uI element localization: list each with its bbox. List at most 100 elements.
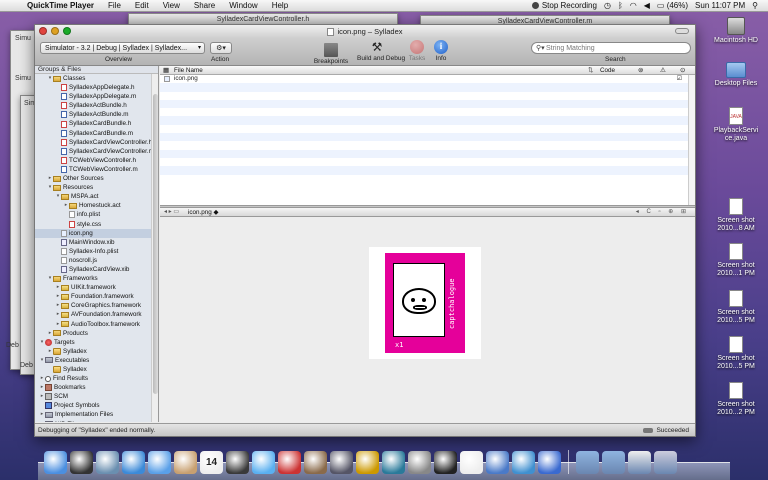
sidebar-item[interactable]: info.plist xyxy=(35,210,158,219)
sidebar-item[interactable]: ▸ SCM xyxy=(35,392,158,401)
sidebar-item[interactable]: Sylladex-Info.plist xyxy=(35,247,158,256)
sidebar-item[interactable]: ▸ Foundation.framework xyxy=(35,292,158,301)
imovie-icon[interactable] xyxy=(330,451,353,474)
downloads-icon[interactable] xyxy=(628,451,651,474)
sidebar-item[interactable]: ▸ Bookmarks xyxy=(35,383,158,392)
sidebar-item[interactable]: ▸ Other Sources xyxy=(35,174,158,183)
sidebar-item[interactable]: style.css xyxy=(35,220,158,229)
col-file-name[interactable]: File Name xyxy=(174,66,203,75)
menu-edit[interactable]: Edit xyxy=(128,1,156,10)
zoom-button[interactable] xyxy=(63,27,71,35)
breakpoints-button[interactable]: Breakpoints xyxy=(311,40,351,65)
target-column-icon[interactable]: ⊚ xyxy=(638,66,643,75)
bluetooth-icon[interactable]: ᛒ xyxy=(618,1,623,10)
photo-icon[interactable] xyxy=(278,451,301,474)
close-button[interactable] xyxy=(39,27,47,35)
safari-icon[interactable] xyxy=(122,451,145,474)
sidebar-item[interactable]: TCWebViewController.m xyxy=(35,165,158,174)
sidebar-item[interactable]: SylladexCardViewController.m xyxy=(35,147,158,156)
col-code[interactable]: Code xyxy=(600,66,615,75)
stop-recording-menu[interactable]: Stop Recording xyxy=(531,1,597,10)
sidebar-item[interactable]: ▸ Find Results xyxy=(35,374,158,383)
documents-folder-icon[interactable] xyxy=(602,451,625,474)
sidebar-item[interactable]: ▸ CoreGraphics.framework xyxy=(35,301,158,310)
sidebar-item[interactable]: icon.png xyxy=(35,228,158,238)
desktop-icon[interactable]: Screen shot 2010...5 PM xyxy=(706,290,766,325)
battery-indicator[interactable]: ▭ (46%) xyxy=(657,1,688,10)
applications-folder-icon[interactable] xyxy=(576,451,599,474)
overview-popup[interactable]: Simulator - 3.2 | Debug | Sylladex | Syl… xyxy=(40,42,205,54)
file-list-scrollbar[interactable] xyxy=(688,75,695,205)
timer-icon[interactable]: ◷ xyxy=(604,1,611,10)
desktop-icon[interactable]: Screen shot 2010...8 AM xyxy=(706,198,766,233)
editor-file-popup[interactable]: icon.png ◆ xyxy=(188,208,218,217)
warning-column-icon[interactable]: ⚠ xyxy=(660,66,666,75)
instruments-icon[interactable] xyxy=(486,451,509,474)
document-proxy-icon[interactable] xyxy=(327,27,335,36)
desktop-icon[interactable]: Screen shot 2010...1 PM xyxy=(706,243,766,278)
sidebar-item[interactable]: ▾ Executables xyxy=(35,356,158,365)
sidebar-item[interactable]: SylladexAppDelegate.m xyxy=(35,92,158,101)
volume-icon[interactable]: ◀ xyxy=(644,1,650,10)
sidebar-item[interactable]: TCWebViewController.h xyxy=(35,156,158,165)
desktop-icon[interactable]: Desktop Files xyxy=(706,62,766,88)
sidebar-item[interactable]: MainWindow.xib xyxy=(35,238,158,247)
garageband-icon[interactable] xyxy=(356,451,379,474)
photo-booth-icon[interactable] xyxy=(226,451,249,474)
finder-icon[interactable] xyxy=(44,451,67,474)
sidebar-item[interactable]: ▸ AVFoundation.framework xyxy=(35,310,158,319)
menu-view[interactable]: View xyxy=(156,1,187,10)
menu-share[interactable]: Share xyxy=(187,1,222,10)
editor-nav-buttons[interactable]: ◂ C ▫ ⊕ ⊞ xyxy=(636,208,689,217)
sidebar-item[interactable]: ▾ Frameworks xyxy=(35,274,158,283)
mail-stamp-icon[interactable] xyxy=(96,451,119,474)
target-membership-checkbox[interactable]: ☑ xyxy=(677,75,682,83)
scrollbar-thumb[interactable] xyxy=(153,94,158,394)
menu-help[interactable]: Help xyxy=(265,1,295,10)
quicktime-icon[interactable] xyxy=(538,451,561,474)
sidebar-scrollbar[interactable] xyxy=(151,74,158,422)
build-and-debug-button[interactable]: ⚒ Build and Debug xyxy=(357,40,405,62)
sidebar-item[interactable]: ▸ Homestuck.act xyxy=(35,201,158,210)
desktop-icon[interactable]: Screen shot 2010...5 PM xyxy=(706,336,766,371)
desktop-icon[interactable]: JAVA PlaybackServi ce.java xyxy=(706,107,766,143)
sidebar-item[interactable]: ▸ AudioToolbox.framework xyxy=(35,320,158,329)
sidebar-item[interactable]: ▸ UIKit.framework xyxy=(35,283,158,292)
spotlight-icon[interactable]: ⚲ xyxy=(752,1,758,10)
sidebar-item[interactable]: ▾ MSPA.act xyxy=(35,192,158,201)
sidebar-item[interactable]: ▾ Targets xyxy=(35,338,158,347)
menu-file[interactable]: File xyxy=(101,1,128,10)
sidebar-item[interactable]: noscroll.js xyxy=(35,256,158,265)
ichat-icon[interactable] xyxy=(148,451,171,474)
iphoto-icon[interactable] xyxy=(304,451,327,474)
itunes-icon[interactable] xyxy=(252,451,275,474)
file-type-column-icon[interactable]: ▦ xyxy=(163,66,169,75)
trash-icon[interactable] xyxy=(654,451,677,474)
sidebar-item[interactable]: ▾ Classes xyxy=(35,74,158,83)
toolbar-toggle-button[interactable] xyxy=(675,28,689,34)
menu-app-name[interactable]: QuickTime Player xyxy=(20,1,101,10)
window-titlebar[interactable]: icon.png – Sylladex xyxy=(35,25,695,38)
desktop-icon[interactable]: Macintosh HD xyxy=(706,17,766,45)
activity-icon[interactable] xyxy=(512,451,535,474)
info-button[interactable]: i Info xyxy=(421,40,461,62)
system-prefs-icon[interactable] xyxy=(408,451,431,474)
desktop-icon[interactable]: Screen shot 2010...2 PM xyxy=(706,382,766,417)
table-row[interactable]: icon.png ☑ xyxy=(160,75,690,83)
sidebar-item[interactable]: SylladexCardViewController.h xyxy=(35,138,158,147)
wifi-icon[interactable]: ◠ xyxy=(630,1,637,10)
history-arrows-icon[interactable]: ◂ ▸ ▭ xyxy=(164,208,179,217)
sidebar-item[interactable]: SylladexCardBundle.m xyxy=(35,129,158,138)
terminal-icon[interactable] xyxy=(434,451,457,474)
target-membership-column-icon[interactable]: ⊙ xyxy=(680,66,685,75)
dashboard-icon[interactable] xyxy=(70,451,93,474)
search-field[interactable]: ⚲▾ String Matching xyxy=(531,42,691,54)
action-button[interactable]: ⚙▾ xyxy=(210,42,232,54)
xcode-icon[interactable] xyxy=(460,451,483,474)
sidebar-item[interactable]: SylladexActBundle.m xyxy=(35,110,158,119)
sidebar-item[interactable]: SylladexCardView.xib xyxy=(35,265,158,274)
sidebar-item[interactable]: ▸ Products xyxy=(35,329,158,338)
time-machine-icon[interactable] xyxy=(382,451,405,474)
sidebar-item[interactable]: SylladexActBundle.h xyxy=(35,101,158,110)
menu-window[interactable]: Window xyxy=(222,1,264,10)
